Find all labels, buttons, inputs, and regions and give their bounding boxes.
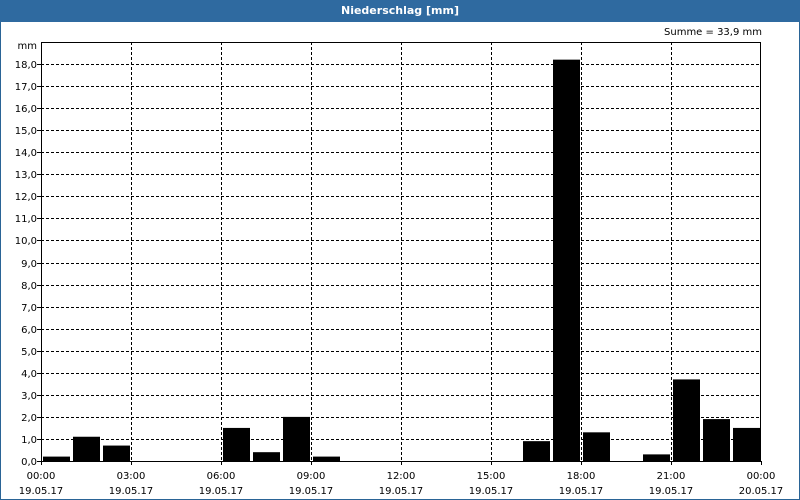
x-tick-date: 20.05.17 xyxy=(739,486,784,497)
bar-0100 xyxy=(73,436,100,461)
x-tick-time: 06:00 xyxy=(207,471,236,482)
bar-2300 xyxy=(733,427,760,461)
y-tick-label: 14,0 xyxy=(15,148,37,159)
bar-2000 xyxy=(643,454,670,461)
chart-canvas: 0,0 1,0 2,0 3,0 4,0 5,0 6,0 7,0 8,0 9,0 10,0 11,0 12… xyxy=(15,41,784,497)
x-axis-labels: 00:00 19.05.17 03:00 19.05.17 06:00 19.05.17 0… xyxy=(19,471,784,497)
axes xyxy=(37,42,762,465)
bar-0200 xyxy=(103,445,130,461)
grid xyxy=(41,42,761,461)
y-tick-label: 1,0 xyxy=(21,435,37,446)
x-tick-time: 00:00 xyxy=(747,471,776,482)
y-tick-label: 15,0 xyxy=(15,126,37,137)
x-tick-time: 18:00 xyxy=(567,471,596,482)
y-tick-label: 13,0 xyxy=(15,170,37,181)
y-tick-label: 12,0 xyxy=(15,192,37,203)
y-tick-label: 9,0 xyxy=(21,259,37,270)
y-tick-label: 17,0 xyxy=(15,82,37,93)
y-tick-label: 6,0 xyxy=(21,325,37,336)
bar-2200 xyxy=(703,419,730,461)
bar-0700 xyxy=(253,452,280,461)
x-tick-time: 21:00 xyxy=(657,471,686,482)
x-tick-date: 19.05.17 xyxy=(649,486,694,497)
y-tick-label: 3,0 xyxy=(21,391,37,402)
y-axis-labels: 0,0 1,0 2,0 3,0 4,0 5,0 6,0 7,0 8,0 9,0 10,0 11,0 12… xyxy=(15,41,37,468)
y-tick-label: 8,0 xyxy=(21,281,37,292)
y-tick-label: 2,0 xyxy=(21,413,37,424)
bar-0900 xyxy=(313,456,340,461)
bar-0600 xyxy=(223,427,250,461)
y-tick-label: 0,0 xyxy=(21,457,37,468)
x-tick-date: 19.05.17 xyxy=(379,486,424,497)
x-tick-date: 19.05.17 xyxy=(199,486,244,497)
x-tick-date: 19.05.17 xyxy=(19,486,64,497)
y-tick-label: 18,0 xyxy=(15,60,37,71)
x-tick-time: 03:00 xyxy=(117,471,146,482)
x-tick-date: 19.05.17 xyxy=(559,486,604,497)
x-tick-time: 00:00 xyxy=(27,471,56,482)
y-tick-label: 5,0 xyxy=(21,347,37,358)
bar-1700 xyxy=(553,59,580,462)
bar-0000 xyxy=(43,456,70,461)
bar-2100 xyxy=(673,379,700,461)
y-tick-label: 11,0 xyxy=(15,214,37,225)
x-tick-date: 19.05.17 xyxy=(469,486,514,497)
y-axis-unit: mm xyxy=(18,41,37,52)
x-tick-time: 12:00 xyxy=(387,471,416,482)
y-tick-label: 10,0 xyxy=(15,236,37,247)
x-tick-time: 09:00 xyxy=(297,471,326,482)
x-tick-date: 19.05.17 xyxy=(289,486,334,497)
bar-1600 xyxy=(523,441,550,461)
x-tick-date: 19.05.17 xyxy=(109,486,154,497)
bar-0800 xyxy=(283,416,310,461)
y-tick-label: 16,0 xyxy=(15,104,37,115)
y-tick-label: 7,0 xyxy=(21,303,37,314)
bar-1800 xyxy=(583,432,610,461)
y-tick-label: 4,0 xyxy=(21,369,37,380)
x-tick-time: 15:00 xyxy=(477,471,506,482)
